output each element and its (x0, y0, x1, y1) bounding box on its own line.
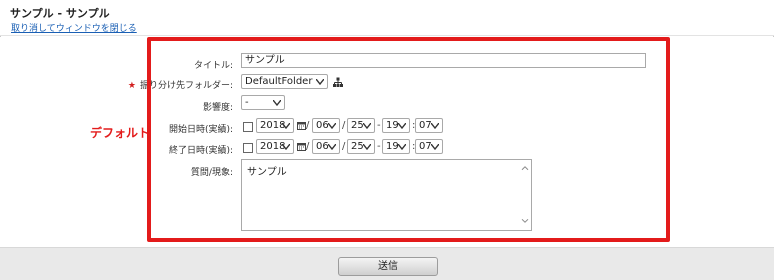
cancel-close-link[interactable]: 取り消してウィンドウを閉じる (11, 21, 137, 34)
annotation-label: デフォルト (90, 126, 151, 140)
required-mark: ★ (127, 81, 136, 91)
submit-button[interactable]: 送信 (338, 257, 438, 276)
window-header: サンプル - サンプル 取り消してウィンドウを閉じる (0, 0, 774, 36)
footer-bar: 送信 (0, 247, 774, 280)
highlight-box (147, 37, 670, 242)
window-title: サンプル - サンプル (10, 7, 110, 20)
